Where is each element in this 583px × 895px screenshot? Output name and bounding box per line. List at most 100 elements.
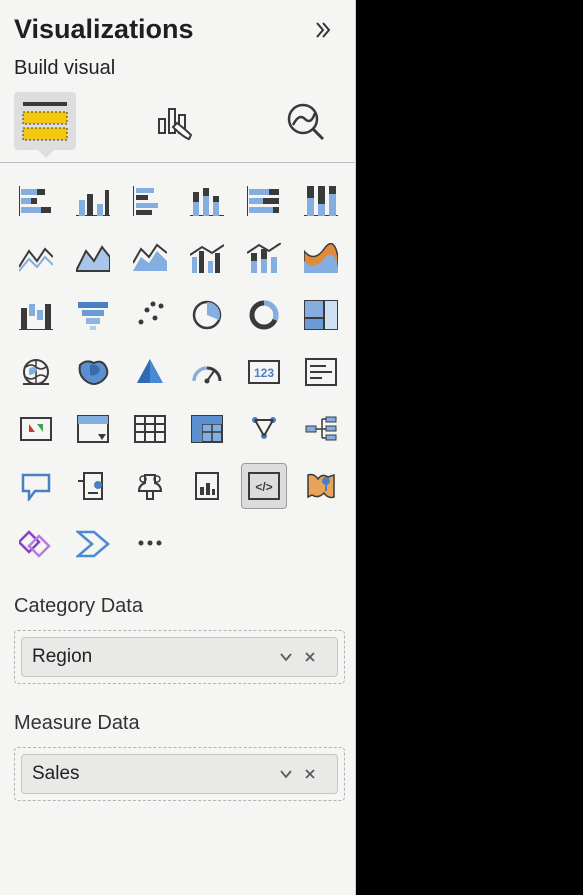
more-visuals-button[interactable] [128, 521, 172, 565]
chevron-double-right-icon [313, 20, 333, 40]
measure-data-title: Measure Data [14, 712, 345, 735]
arcgis-map-button[interactable] [299, 464, 343, 508]
gauge-button[interactable] [185, 350, 229, 394]
ribbon-chart-icon [304, 243, 338, 273]
pane-title: Visualizations [14, 14, 194, 45]
pie-chart-icon [190, 300, 224, 330]
stacked-bar-chart-icon [19, 186, 53, 216]
r-visual-icon [247, 414, 281, 444]
treemap-chart-icon [304, 300, 338, 330]
map-icon [19, 357, 53, 387]
more-visuals-icon [133, 528, 167, 558]
r-script-visual-button[interactable] [242, 407, 286, 451]
close-icon [303, 767, 317, 781]
field-pill-region[interactable]: Region [21, 637, 338, 677]
python-visual-button[interactable]: </> [242, 464, 286, 508]
category-data-dropzone[interactable]: Region [14, 630, 345, 684]
format-visual-icon [153, 99, 197, 143]
area-chart-button[interactable] [71, 236, 115, 280]
measure-data-dropzone[interactable]: Sales [14, 747, 345, 801]
line-clustered-column-button[interactable] [185, 236, 229, 280]
100-stacked-column-icon [304, 186, 338, 216]
qa-visual-button[interactable] [14, 464, 58, 508]
visualizations-pane: Visualizations Build visual [0, 0, 356, 895]
smart-narrative-icon [76, 471, 110, 501]
tab-format-visual[interactable] [144, 92, 206, 150]
line-stacked-column-button[interactable] [242, 236, 286, 280]
funnel-chart-icon [76, 300, 110, 330]
power-apps-button[interactable] [14, 521, 58, 565]
pane-header: Visualizations [0, 0, 355, 53]
arcgis-map-icon [304, 471, 338, 501]
power-automate-icon [76, 528, 110, 558]
waterfall-chart-icon [19, 300, 53, 330]
clustered-bar-chart-button[interactable] [71, 179, 115, 223]
visual-type-grid: 123 [0, 163, 355, 573]
active-tab-indicator [36, 148, 56, 158]
scatter-chart-icon [133, 300, 167, 330]
matrix-button[interactable] [185, 407, 229, 451]
decomposition-tree-icon [304, 414, 338, 444]
card-button[interactable]: 123 [242, 350, 286, 394]
line-clustered-column-icon [190, 243, 224, 273]
svg-text:</>: </> [255, 480, 272, 494]
chevron-down-icon [279, 767, 293, 781]
clustered-bar-chart-icon [76, 186, 110, 216]
chevron-down-icon [279, 650, 293, 664]
pie-chart-button[interactable] [185, 293, 229, 337]
kpi-button[interactable] [14, 407, 58, 451]
area-chart-icon [76, 243, 110, 273]
ribbon-chart-button[interactable] [299, 236, 343, 280]
field-remove-button[interactable] [303, 650, 327, 664]
tab-build-visual[interactable] [14, 92, 76, 150]
table-button[interactable] [128, 407, 172, 451]
clustered-column-chart-button[interactable] [185, 179, 229, 223]
paginated-report-icon [190, 471, 224, 501]
stacked-area-chart-icon [133, 243, 167, 273]
decomposition-tree-button[interactable] [299, 407, 343, 451]
tab-row [0, 92, 355, 150]
python-visual-icon: </> [247, 471, 281, 501]
scatter-chart-button[interactable] [128, 293, 172, 337]
line-chart-button[interactable] [14, 236, 58, 280]
tab-analytics[interactable] [274, 92, 336, 150]
key-influencers-icon [133, 471, 167, 501]
field-dropdown-button[interactable] [279, 767, 303, 781]
filled-map-button[interactable] [71, 350, 115, 394]
stacked-area-chart-button[interactable] [128, 236, 172, 280]
map-button[interactable] [14, 350, 58, 394]
slicer-button[interactable] [71, 407, 115, 451]
category-data-section: Category Data Region [0, 573, 355, 690]
key-influencers-button[interactable] [128, 464, 172, 508]
clustered-column-chart-icon [190, 186, 224, 216]
power-apps-icon [19, 528, 53, 558]
collapse-pane-button[interactable] [309, 16, 337, 44]
100-stacked-bar-icon [247, 186, 281, 216]
funnel-chart-button[interactable] [71, 293, 115, 337]
azure-map-button[interactable] [128, 350, 172, 394]
field-pill-sales[interactable]: Sales [21, 754, 338, 794]
100-stacked-bar-button[interactable] [242, 179, 286, 223]
line-chart-icon [19, 243, 53, 273]
stacked-bar-chart-button[interactable] [14, 179, 58, 223]
field-pill-label: Sales [32, 763, 279, 785]
100-stacked-column-button[interactable] [299, 179, 343, 223]
filled-map-icon [76, 357, 110, 387]
power-automate-button[interactable] [71, 521, 115, 565]
donut-chart-button[interactable] [242, 293, 286, 337]
field-dropdown-button[interactable] [279, 650, 303, 664]
waterfall-chart-button[interactable] [14, 293, 58, 337]
slicer-icon [76, 414, 110, 444]
category-data-title: Category Data [14, 595, 345, 618]
pane-subtitle: Build visual [0, 53, 355, 92]
multi-row-card-icon [304, 357, 338, 387]
smart-narrative-button[interactable] [71, 464, 115, 508]
measure-data-section: Measure Data Sales [0, 690, 355, 807]
close-icon [303, 650, 317, 664]
paginated-report-button[interactable] [185, 464, 229, 508]
field-remove-button[interactable] [303, 767, 327, 781]
svg-text:123: 123 [254, 366, 274, 380]
multi-row-card-button[interactable] [299, 350, 343, 394]
stacked-column-chart-button[interactable] [128, 179, 172, 223]
treemap-chart-button[interactable] [299, 293, 343, 337]
